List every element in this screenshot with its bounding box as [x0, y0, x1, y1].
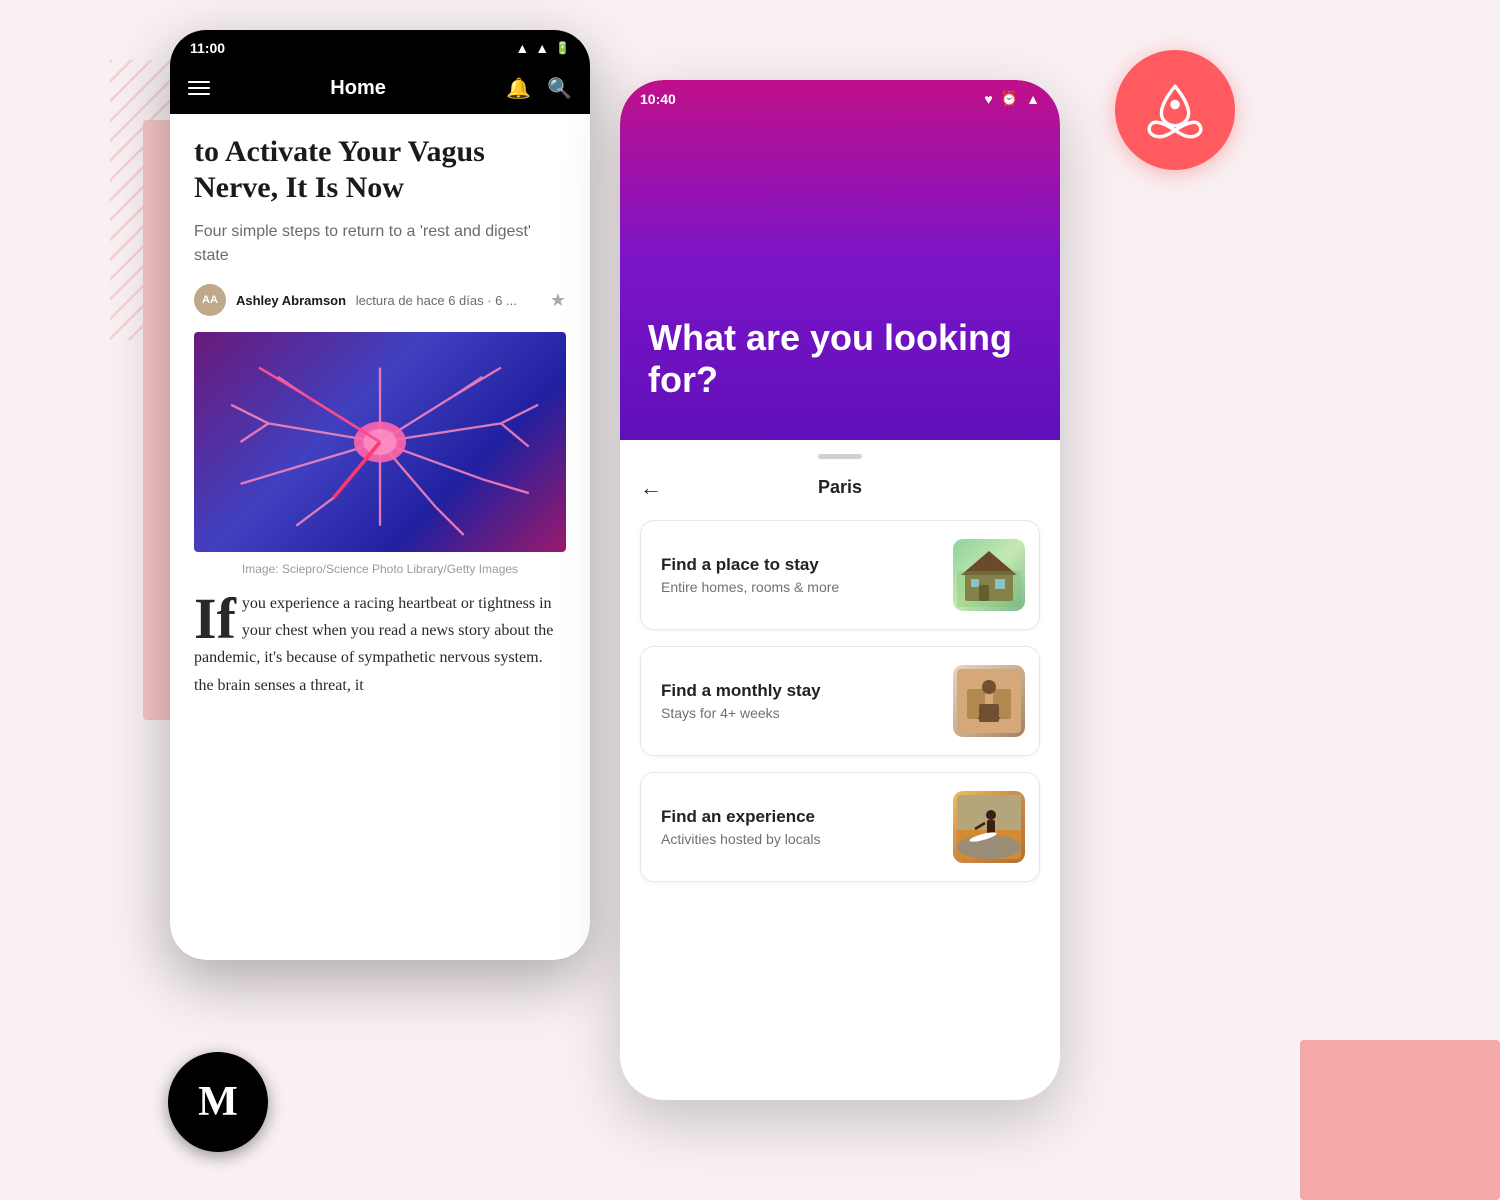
find-experience-image — [953, 791, 1025, 863]
airbnb-phone-mockup: 10:40 ♥ ⏰ ▲ What are you looking for? ← … — [620, 80, 1060, 1100]
find-monthly-image — [953, 665, 1025, 737]
author-avatar: AA — [194, 284, 226, 316]
medium-logo-badge: M — [168, 1052, 268, 1152]
medium-status-icons: ▲ ▲ 🔋 — [515, 40, 570, 56]
medium-article-body: If you experience a racing heartbeat or … — [194, 590, 566, 699]
author-meta: lectura de hace 6 días · 6 ... — [356, 293, 517, 308]
find-place-card[interactable]: Find a place to stay Entire homes, rooms… — [640, 520, 1040, 630]
find-experience-card[interactable]: Find an experience Activities hosted by … — [640, 772, 1040, 882]
medium-nav-icons: 🔔 🔍 — [506, 76, 572, 101]
dropcap: If — [194, 596, 236, 642]
airbnb-question-text: What are you looking for? — [648, 317, 1032, 400]
find-place-image — [953, 539, 1025, 611]
medium-article-subtitle: Four simple steps to return to a 'rest a… — [194, 220, 566, 268]
menu-icon[interactable] — [188, 81, 210, 95]
airbnb-sheet-nav: ← Paris — [640, 477, 1040, 498]
medium-nav: Home 🔔 🔍 — [170, 62, 590, 114]
medium-status-bar: 11:00 ▲ ▲ 🔋 — [170, 30, 590, 62]
wifi-icon: ▲ — [1026, 91, 1040, 107]
find-monthly-card-text: Find a monthly stay Stays for 4+ weeks — [661, 681, 939, 721]
airbnb-logo-icon — [1141, 76, 1209, 144]
airbnb-header: 10:40 ♥ ⏰ ▲ What are you looking for? — [620, 80, 1060, 440]
find-place-card-text: Find a place to stay Entire homes, rooms… — [661, 555, 939, 595]
airbnb-status-bar: 10:40 ♥ ⏰ ▲ — [620, 80, 1060, 113]
find-experience-subtitle: Activities hosted by locals — [661, 831, 939, 847]
heart-icon: ♥ — [984, 91, 992, 107]
bookmark-icon[interactable]: ★ — [550, 290, 566, 311]
medium-content: to Activate Your Vagus Nerve, It Is Now … — [170, 114, 590, 960]
airbnb-bottom-sheet: ← Paris Find a place to stay Entire home… — [620, 440, 1060, 1100]
airbnb-header-question: What are you looking for? — [620, 113, 1060, 440]
find-place-subtitle: Entire homes, rooms & more — [661, 579, 939, 595]
signal-icon: ▲ — [515, 40, 529, 56]
airbnb-logo-badge — [1115, 50, 1235, 170]
wifi-icon: ▲ — [535, 40, 549, 56]
airbnb-time: 10:40 — [640, 91, 676, 107]
battery-icon: 🔋 — [555, 41, 570, 55]
medium-nav-title: Home — [330, 77, 386, 100]
find-experience-card-text: Find an experience Activities hosted by … — [661, 807, 939, 847]
airbnb-location: Paris — [818, 477, 862, 498]
sheet-handle — [818, 454, 862, 459]
medium-time: 11:00 — [190, 40, 225, 56]
back-arrow-icon[interactable]: ← — [640, 475, 662, 501]
find-experience-title: Find an experience — [661, 807, 939, 827]
medium-logo-letter: M — [198, 1078, 238, 1126]
medium-author-row: AA Ashley Abramson lectura de hace 6 día… — [194, 284, 566, 316]
find-monthly-subtitle: Stays for 4+ weeks — [661, 705, 939, 721]
medium-article-image — [194, 332, 566, 552]
medium-phone-mockup: 11:00 ▲ ▲ 🔋 Home 🔔 🔍 to Activate Your Va… — [170, 30, 590, 960]
search-icon[interactable]: 🔍 — [547, 76, 572, 101]
find-monthly-title: Find a monthly stay — [661, 681, 939, 701]
notification-icon[interactable]: 🔔 — [506, 76, 531, 101]
find-monthly-card[interactable]: Find a monthly stay Stays for 4+ weeks — [640, 646, 1040, 756]
medium-image-caption: Image: Sciepro/Science Photo Library/Get… — [194, 562, 566, 576]
find-place-title: Find a place to stay — [661, 555, 939, 575]
alarm-icon: ⏰ — [1001, 90, 1018, 107]
author-name: Ashley Abramson — [236, 293, 346, 308]
medium-author-info: Ashley Abramson lectura de hace 6 días ·… — [236, 293, 540, 308]
bg-pink-bottom-right — [1300, 1040, 1500, 1200]
article-body-text: you experience a racing heartbeat or tig… — [194, 595, 553, 694]
medium-article-title: to Activate Your Vagus Nerve, It Is Now — [194, 134, 566, 206]
airbnb-status-icons: ♥ ⏰ ▲ — [984, 90, 1040, 107]
